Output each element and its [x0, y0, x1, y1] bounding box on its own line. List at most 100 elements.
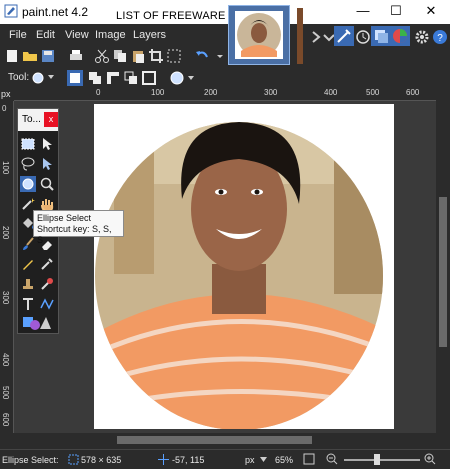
cut-icon[interactable] — [94, 48, 110, 64]
lasso-select-icon[interactable] — [20, 156, 36, 172]
vertical-ruler: 0 100 200 300 400 500 600 — [0, 101, 14, 433]
selection-mode-exclude-icon[interactable] — [105, 70, 121, 86]
tools-window-toggle-icon[interactable] — [334, 26, 354, 46]
ruler-v-label: 200 — [1, 226, 10, 240]
unit-selector[interactable]: px — [245, 455, 255, 465]
zoom-out-icon[interactable] — [326, 453, 338, 465]
title-bar: paint.net 4.2 LIST OF FREEWARE — ☐ ✕ — [0, 0, 450, 24]
ruler-h-label: 600 — [406, 88, 420, 97]
thumbnail-image — [235, 11, 283, 59]
paintbrush-icon[interactable] — [20, 236, 36, 252]
selection-mode-replace-icon[interactable] — [67, 70, 83, 86]
clone-stamp-icon[interactable] — [20, 276, 36, 292]
tools-window-close-button[interactable]: x — [44, 112, 58, 127]
undo-icon[interactable] — [194, 48, 210, 64]
zoom-to-window-icon[interactable] — [303, 453, 315, 465]
text-tool-icon[interactable] — [20, 296, 36, 312]
zoom-level[interactable]: 65% — [275, 455, 293, 465]
cursor-position-icon — [158, 454, 169, 465]
settings-gear-icon[interactable] — [413, 28, 431, 46]
unit-dropdown-icon[interactable] — [260, 457, 267, 463]
ruler-v-label: 400 — [1, 353, 10, 367]
ruler-h-label: 100 — [151, 88, 165, 97]
canvas-workspace[interactable] — [14, 101, 436, 433]
antialiasing-dropdown-icon[interactable] — [187, 74, 195, 82]
line-curve-icon[interactable] — [39, 296, 55, 312]
vertical-scrollbar[interactable] — [436, 101, 450, 433]
rectangle-select-icon[interactable] — [20, 136, 36, 152]
history-window-icon[interactable] — [354, 28, 372, 46]
thumbnail-portrait-icon — [237, 13, 281, 57]
tooltip-shortcut: Shortcut key: S, S, S — [37, 224, 112, 245]
image-size-icon — [68, 454, 79, 465]
ruler-v-label: 300 — [1, 291, 10, 305]
color-picker-icon[interactable] — [39, 256, 55, 272]
selection-mode-intersect-icon[interactable] — [123, 70, 139, 86]
ruler-h-label: 300 — [264, 88, 278, 97]
status-hint: Ellipse Select: Click a... — [2, 455, 60, 465]
zoom-icon[interactable] — [39, 176, 55, 192]
menu-view[interactable]: View — [65, 29, 89, 41]
move-selected-pixels-icon[interactable] — [39, 136, 55, 152]
undo-dropdown-icon[interactable] — [212, 48, 228, 64]
recolor-icon[interactable] — [39, 276, 55, 292]
status-bar: Ellipse Select: Click a... 578 × 635 -57… — [0, 449, 450, 469]
thumbnail-strip-edge — [297, 8, 303, 64]
ruler-v-label: 600 — [1, 413, 10, 427]
open-folder-icon[interactable] — [22, 48, 38, 64]
colors-window-icon[interactable] — [390, 26, 410, 46]
tool-dropdown-icon[interactable] — [47, 73, 55, 81]
new-file-icon[interactable] — [4, 48, 20, 64]
crop-icon[interactable] — [148, 48, 164, 64]
move-selection-icon[interactable] — [39, 156, 55, 172]
pencil-icon[interactable] — [20, 256, 36, 272]
image-size: 578 × 635 — [81, 455, 122, 465]
horizontal-scroll-thumb[interactable] — [117, 436, 312, 444]
paintnet-app-icon — [4, 4, 18, 18]
ruler-v-label: 100 — [1, 161, 10, 175]
antialiasing-icon[interactable] — [169, 70, 185, 86]
maximize-button[interactable]: ☐ — [383, 2, 409, 20]
cursor-position: -57, 115 — [172, 455, 205, 465]
svg-text:?: ? — [437, 33, 443, 44]
selection-mode-union-icon[interactable] — [87, 70, 103, 86]
portrait-photo-icon — [95, 122, 383, 429]
layers-window-icon[interactable] — [371, 26, 391, 46]
save-icon[interactable] — [40, 48, 56, 64]
tooltip-title: Ellipse Select — [37, 213, 92, 223]
tool-tooltip: Ellipse Select Shortcut key: S, S, S — [33, 210, 124, 245]
image-canvas[interactable] — [94, 104, 394, 429]
ruler-h-label: 500 — [366, 88, 380, 97]
close-button[interactable]: ✕ — [418, 2, 444, 20]
horizontal-ruler: 0 100 200 300 400 500 600 — [14, 88, 436, 101]
menu-image[interactable]: Image — [95, 29, 126, 41]
shapes-icon[interactable] — [22, 314, 52, 332]
vertical-scroll-thumb[interactable] — [439, 197, 447, 347]
menu-file[interactable]: File — [9, 29, 27, 41]
image-thumbnail-tab[interactable] — [228, 5, 290, 65]
zoom-slider-thumb[interactable] — [374, 454, 380, 465]
menu-layers[interactable]: Layers — [133, 29, 166, 41]
ruler-v-label: 0 — [2, 104, 7, 113]
deselect-icon[interactable] — [166, 48, 182, 64]
print-icon[interactable] — [68, 48, 84, 64]
window-heading: LIST OF FREEWARE — [116, 10, 226, 22]
ruler-unit-label: px — [1, 89, 11, 99]
tool-options-bar: Tool: — [0, 68, 450, 88]
current-tool-ellipse-icon[interactable] — [31, 71, 45, 85]
ruler-h-label: 0 — [96, 88, 101, 97]
minimize-button[interactable]: — — [350, 2, 376, 20]
help-icon[interactable]: ? — [431, 28, 449, 46]
tools-window-header[interactable]: To... x — [18, 109, 58, 131]
paste-icon[interactable] — [130, 48, 146, 64]
zoom-in-icon[interactable] — [424, 453, 436, 465]
menu-edit[interactable]: Edit — [36, 29, 55, 41]
ruler-corner: px — [0, 88, 14, 101]
tool-label: Tool: — [8, 72, 30, 83]
ellipse-select-icon[interactable] — [20, 176, 36, 192]
copy-icon[interactable] — [112, 48, 128, 64]
ruler-h-label: 200 — [204, 88, 218, 97]
horizontal-scrollbar[interactable] — [14, 433, 436, 447]
zoom-slider-track[interactable] — [344, 459, 420, 461]
selection-mode-xor-icon[interactable] — [141, 70, 157, 86]
